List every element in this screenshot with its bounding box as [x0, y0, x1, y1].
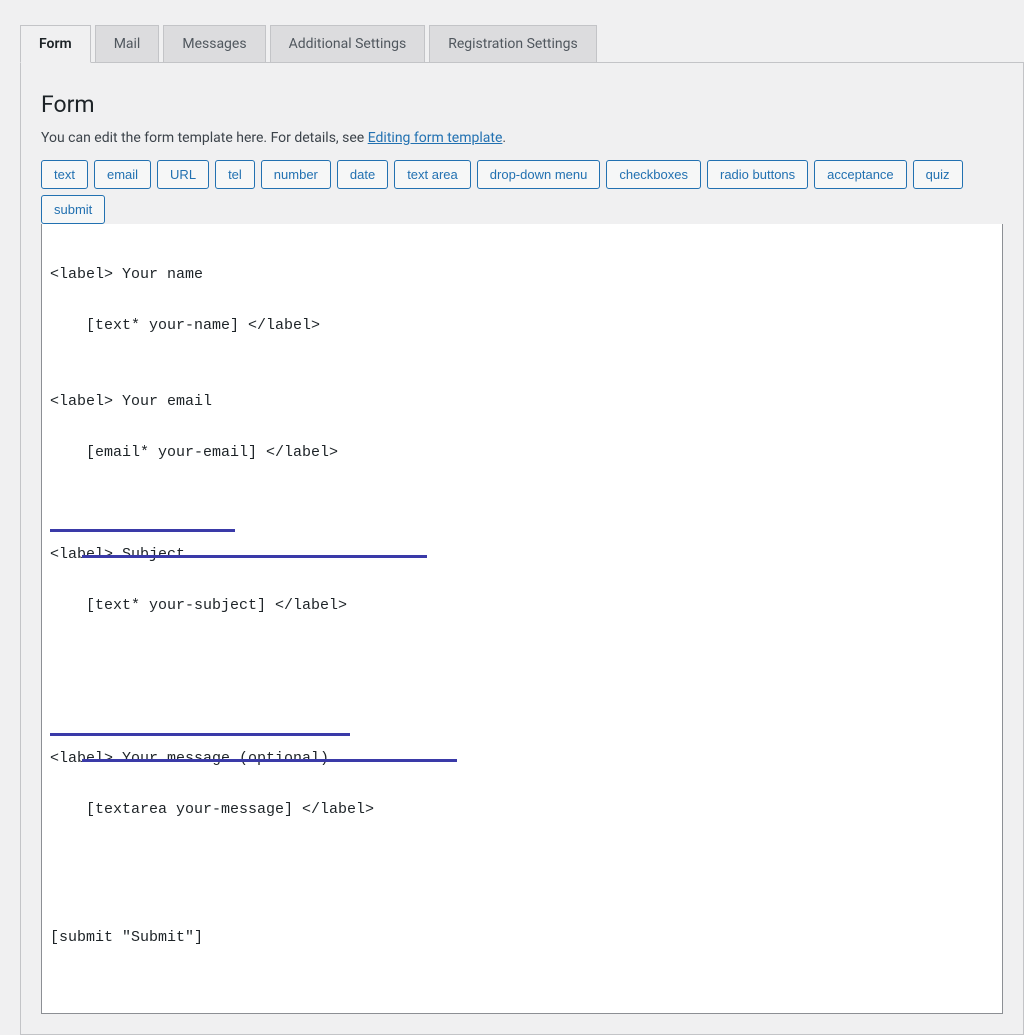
code-line: [email* your-email] </label> — [50, 440, 994, 466]
code-line: [submit "Submit"] — [50, 925, 994, 951]
code-line: [textarea your-message] </label> — [50, 797, 374, 823]
tag-number-button[interactable]: number — [261, 160, 331, 189]
help-text-pre: You can edit the form template here. For… — [41, 130, 368, 146]
code-line: [text* your-subject] </label> — [50, 593, 347, 619]
tag-textarea-button[interactable]: text area — [394, 160, 471, 189]
help-text-post: . — [502, 130, 506, 146]
strikethrough-annotation — [50, 529, 235, 532]
tag-tel-button[interactable]: tel — [215, 160, 255, 189]
tag-email-button[interactable]: email — [94, 160, 151, 189]
tag-checkboxes-button[interactable]: checkboxes — [606, 160, 701, 189]
code-line: <label> Your message (optional) — [50, 746, 374, 772]
code-line: <label> Your email — [50, 389, 994, 415]
tag-acceptance-button[interactable]: acceptance — [814, 160, 907, 189]
form-template-editor[interactable]: <label> Your name [text* your-name] </la… — [41, 224, 1003, 1014]
tab-additional-settings[interactable]: Additional Settings — [270, 25, 426, 63]
tag-dropdown-button[interactable]: drop-down menu — [477, 160, 601, 189]
tab-bar: Form Mail Messages Additional Settings R… — [20, 25, 1024, 63]
tag-radio-button[interactable]: radio buttons — [707, 160, 808, 189]
struck-block-subject: <label> Subject [text* your-subject] </l… — [50, 517, 347, 696]
code-line: [text* your-name] </label> — [50, 313, 994, 339]
tab-mail[interactable]: Mail — [95, 25, 160, 63]
code-line: <label> Your name — [50, 262, 994, 288]
strikethrough-annotation — [50, 733, 350, 736]
form-panel: Form You can edit the form template here… — [20, 62, 1024, 1035]
tag-button-row: text email URL tel number date text area… — [41, 160, 1003, 224]
tag-text-button[interactable]: text — [41, 160, 88, 189]
tag-date-button[interactable]: date — [337, 160, 388, 189]
tab-messages[interactable]: Messages — [163, 25, 265, 63]
section-title: Form — [41, 91, 1003, 118]
struck-block-message: <label> Your message (optional) [textare… — [50, 721, 374, 900]
help-link[interactable]: Editing form template — [368, 130, 503, 146]
tag-quiz-button[interactable]: quiz — [913, 160, 963, 189]
tab-registration-settings[interactable]: Registration Settings — [429, 25, 597, 63]
tab-form[interactable]: Form — [20, 25, 91, 63]
tag-submit-button[interactable]: submit — [41, 195, 105, 224]
help-text: You can edit the form template here. For… — [41, 130, 1003, 146]
tag-url-button[interactable]: URL — [157, 160, 209, 189]
code-line: <label> Subject — [50, 542, 347, 568]
